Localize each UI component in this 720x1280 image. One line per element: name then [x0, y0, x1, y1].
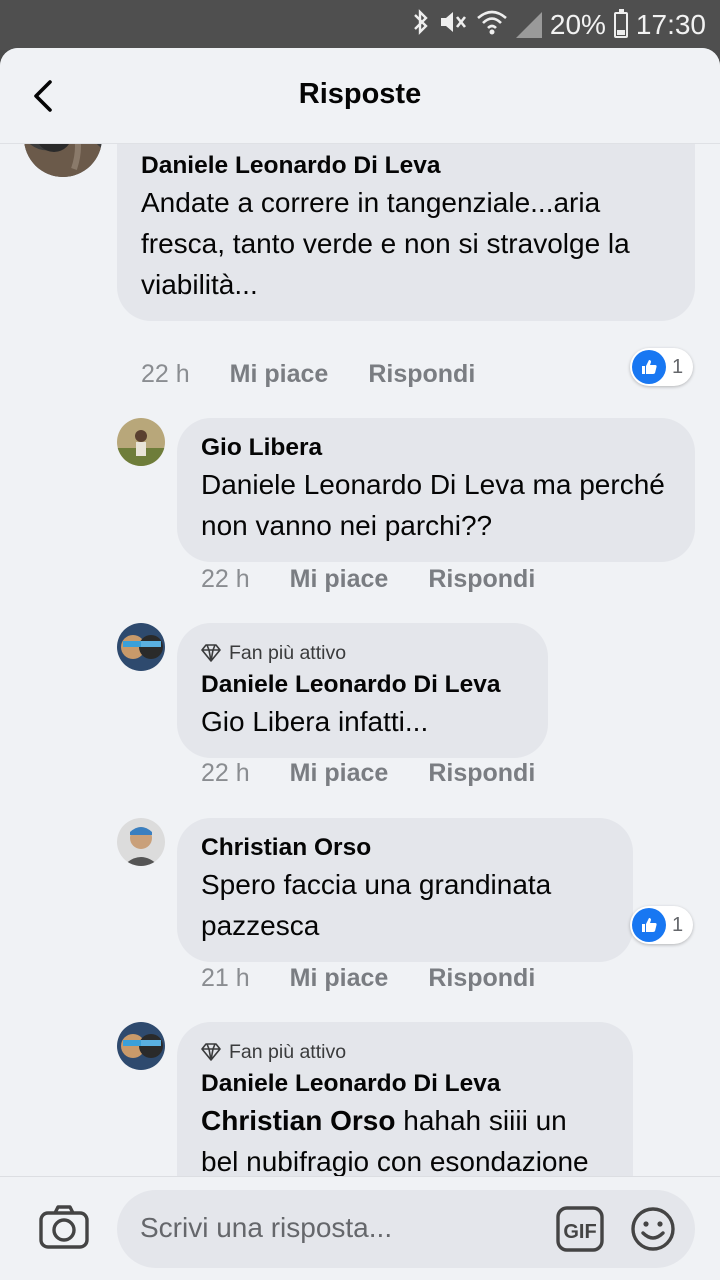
camera-button[interactable]	[38, 1203, 90, 1251]
reply-input[interactable]: Scrivi una risposta... GIF	[117, 1190, 695, 1268]
diamond-icon	[201, 1043, 221, 1061]
camera-icon	[39, 1205, 89, 1249]
avatar[interactable]	[117, 1022, 165, 1070]
page-title: Risposte	[298, 78, 422, 110]
comment-time[interactable]: 21 h	[201, 964, 250, 993]
reply-input-placeholder: Scrivi una risposta...	[140, 1212, 393, 1243]
comment-author[interactable]: Gio Libera	[201, 432, 671, 464]
comments-feed[interactable]: Daniele Leonardo Di Leva Andate a correr…	[0, 144, 720, 1180]
reaction-count[interactable]: 1	[630, 348, 694, 386]
like-icon	[632, 908, 666, 942]
comment-bubble[interactable]: Fan più attivo Daniele Leonardo Di Leva …	[177, 623, 548, 758]
comment-bubble[interactable]: Christian Orso Spero faccia una grandina…	[177, 818, 633, 962]
reply-button[interactable]: Rispondi	[428, 759, 535, 788]
comment-text: Gio Libera infatti...	[201, 706, 429, 737]
reaction-number: 1	[672, 913, 684, 936]
reply-button[interactable]: Rispondi	[428, 964, 535, 993]
top-fan-badge[interactable]: Fan più attivo	[201, 639, 524, 667]
comment-actions: 22 h Mi piace Rispondi	[201, 565, 575, 594]
top-fan-badge[interactable]: Fan più attivo	[201, 1038, 609, 1066]
battery-percent: 20%	[549, 9, 606, 40]
gif-button[interactable]: GIF	[555, 1205, 605, 1253]
avatar[interactable]	[117, 818, 165, 866]
gif-icon: GIF	[556, 1206, 604, 1252]
like-icon	[632, 350, 666, 384]
comment-time[interactable]: 22 h	[201, 565, 250, 594]
bluetooth-icon	[412, 8, 430, 43]
comment-bubble[interactable]: Gio Libera Daniele Leonardo Di Leva ma p…	[177, 418, 695, 562]
battery-icon	[613, 9, 628, 38]
comment-bubble[interactable]: Daniele Leonardo Di Leva Andate a correr…	[117, 144, 695, 321]
reply-composer: Scrivi una risposta... GIF	[0, 1176, 720, 1280]
like-button[interactable]: Mi piace	[290, 565, 389, 594]
like-button[interactable]: Mi piace	[290, 759, 389, 788]
replies-sheet: Risposte Daniele Leonardo Di Leva Andate…	[0, 48, 720, 1280]
comment-time[interactable]: 22 h	[201, 759, 250, 788]
comment-author[interactable]: Daniele Leonardo Di Leva	[141, 150, 671, 182]
comment-actions: 22 h Mi piace Rispondi	[141, 360, 515, 389]
comment-author[interactable]: Daniele Leonardo Di Leva	[201, 669, 524, 701]
comment-actions: 22 h Mi piace Rispondi	[201, 759, 575, 788]
comment-actions: 21 h Mi piace Rispondi	[201, 964, 575, 993]
comment-author[interactable]: Christian Orso	[201, 832, 609, 864]
reaction-count[interactable]: 1	[630, 906, 694, 944]
comment-time[interactable]: 22 h	[141, 360, 190, 389]
badge-label: Fan più attivo	[229, 1041, 347, 1063]
wifi-icon	[476, 8, 508, 43]
reply-button[interactable]: Rispondi	[368, 360, 475, 389]
emoji-icon	[631, 1207, 675, 1251]
comment-text: Daniele Leonardo Di Leva ma perché non v…	[201, 469, 665, 541]
status-bar: 20% 17:30	[0, 0, 720, 50]
emoji-button[interactable]	[629, 1205, 677, 1253]
comment-text: Spero faccia una grandinata pazzesca	[201, 869, 552, 941]
signal-icon	[515, 12, 542, 38]
reply-button[interactable]: Rispondi	[428, 565, 535, 594]
reaction-number: 1	[672, 355, 684, 378]
clock: 17:30	[635, 9, 706, 40]
mute-icon	[438, 8, 468, 43]
comment-bubble[interactable]: Fan più attivo Daniele Leonardo Di Leva …	[177, 1022, 633, 1180]
like-button[interactable]: Mi piace	[290, 964, 389, 993]
diamond-icon	[201, 644, 221, 662]
avatar[interactable]	[117, 623, 165, 671]
gif-label: GIF	[563, 1221, 596, 1243]
comment-author[interactable]: Daniele Leonardo Di Leva	[201, 1068, 609, 1100]
avatar[interactable]	[117, 418, 165, 466]
avatar[interactable]	[24, 144, 102, 177]
badge-label: Fan più attivo	[229, 642, 347, 664]
mention-link[interactable]: Christian Orso	[201, 1105, 395, 1136]
like-button[interactable]: Mi piace	[230, 360, 329, 389]
header: Risposte	[0, 48, 720, 144]
comment-text: Andate a correre in tangenziale...aria f…	[141, 187, 630, 300]
comment-text: Christian Orso hahah siiii un bel nubifr…	[201, 1100, 609, 1180]
